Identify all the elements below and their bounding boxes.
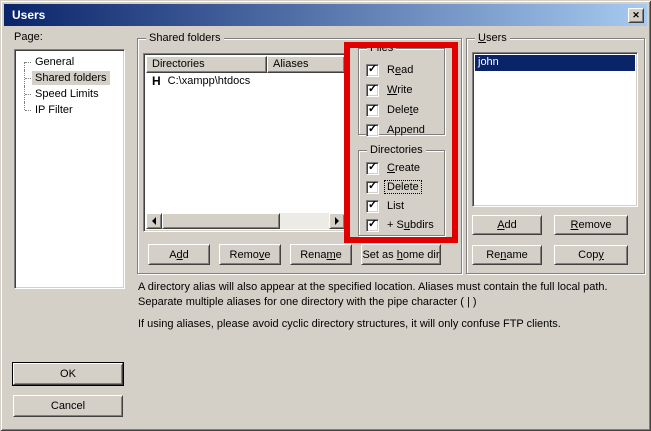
checkbox-box[interactable]: ✓ bbox=[366, 104, 379, 117]
close-button[interactable]: ✕ bbox=[628, 8, 644, 23]
user-item-john[interactable]: john bbox=[475, 55, 635, 71]
page-item-ip-filter[interactable]: IP Filter bbox=[19, 102, 122, 118]
page-item-label: General bbox=[32, 55, 77, 69]
users-dialog-window: Users ✕ Page: General Shared folders Speed… bbox=[0, 0, 651, 431]
tree-branch-icon bbox=[19, 102, 32, 118]
check-icon: ✓ bbox=[368, 83, 377, 96]
page-item-label: IP Filter bbox=[32, 103, 76, 117]
column-header-aliases[interactable]: Aliases bbox=[267, 56, 345, 73]
tree-branch-icon bbox=[19, 86, 32, 102]
check-icon: ✓ bbox=[368, 63, 377, 76]
checkbox-box[interactable]: ✓ bbox=[366, 219, 379, 232]
scroll-left-icon bbox=[152, 217, 156, 225]
column-header-directories[interactable]: Directories bbox=[146, 56, 267, 73]
check-icon: ✓ bbox=[368, 161, 377, 174]
checkbox-delete[interactable]: ✓ Delete bbox=[366, 102, 444, 118]
page-item-label: Speed Limits bbox=[32, 87, 102, 101]
check-icon: ✓ bbox=[368, 218, 377, 231]
add-button[interactable]: Add bbox=[472, 215, 542, 235]
checkbox-write[interactable]: ✓ Write bbox=[366, 82, 444, 98]
scroll-left-button[interactable] bbox=[146, 213, 162, 229]
checkbox-box[interactable]: ✓ bbox=[366, 124, 379, 137]
remove-button[interactable]: Remove bbox=[219, 244, 281, 265]
directories-group-label: Directories bbox=[367, 144, 426, 157]
files-group: Files ✓Read✓Write✓Delete✓Append bbox=[358, 48, 445, 135]
set-as-home-dir-button[interactable]: Set as home dir bbox=[361, 244, 441, 265]
info-paragraph-2: If using aliases, please avoid cyclic di… bbox=[138, 317, 645, 332]
shared-folders-group-label: Shared folders bbox=[146, 32, 224, 45]
info-text: A directory alias will also appear at th… bbox=[138, 280, 645, 339]
checkbox-append[interactable]: ✓ Append bbox=[366, 122, 444, 138]
checkbox-label: Write bbox=[385, 84, 414, 96]
check-icon: ✓ bbox=[368, 199, 377, 212]
check-icon: ✓ bbox=[368, 123, 377, 136]
checkbox-label: + Subdirs bbox=[385, 219, 436, 231]
close-icon: ✕ bbox=[632, 11, 640, 20]
info-paragraph-1: A directory alias will also appear at th… bbox=[138, 280, 645, 310]
checkbox-box[interactable]: ✓ bbox=[366, 162, 379, 175]
shared-folders-listview[interactable]: Directories Aliases H C:\xampp\htdocs bbox=[143, 53, 348, 232]
ok-button[interactable]: OK bbox=[13, 363, 123, 385]
users-group-label: Users bbox=[475, 32, 510, 45]
checkbox-label: List bbox=[385, 200, 406, 212]
horizontal-scrollbar[interactable] bbox=[146, 213, 345, 229]
page-label: Page: bbox=[14, 31, 43, 43]
tree-branch-icon bbox=[19, 54, 32, 70]
titlebar[interactable]: Users ✕ bbox=[4, 4, 647, 26]
checkbox-box[interactable]: ✓ bbox=[366, 200, 379, 213]
check-icon: ✓ bbox=[368, 103, 377, 116]
shared-folders-buttons: Add Remove Rename Set as home dir bbox=[148, 244, 441, 265]
checkbox-list[interactable]: ✓ List bbox=[366, 198, 444, 214]
checkbox-box[interactable]: ✓ bbox=[366, 64, 379, 77]
page-item-speed-limits[interactable]: Speed Limits bbox=[19, 86, 122, 102]
files-group-label: Files bbox=[367, 42, 396, 55]
directories-group: Directories ✓Create✓Delete✓List✓+ Subdir… bbox=[358, 150, 445, 236]
scroll-right-icon bbox=[335, 217, 339, 225]
checkbox-label: Read bbox=[385, 64, 415, 76]
checkbox-label: Append bbox=[385, 124, 427, 136]
check-icon: ✓ bbox=[368, 180, 377, 193]
page-item-shared-folders[interactable]: Shared folders bbox=[19, 70, 122, 86]
files-options: ✓ Read ✓ Write ✓ Delete ✓ Append bbox=[359, 49, 444, 138]
dialog-buttons: OK Cancel bbox=[13, 363, 123, 417]
remove-button[interactable]: Remove bbox=[554, 215, 628, 235]
checkbox-subdirs[interactable]: ✓ + Subdirs bbox=[366, 217, 444, 233]
page-item-general[interactable]: General bbox=[19, 54, 122, 70]
directory-path: C:\xampp\htdocs bbox=[168, 75, 251, 87]
add-button[interactable]: Add bbox=[148, 244, 210, 265]
users-list[interactable]: john bbox=[472, 52, 638, 207]
users-buttons: Add Remove Rename Copy bbox=[472, 215, 628, 265]
window-title: Users bbox=[12, 4, 45, 26]
scrollbar-thumb[interactable] bbox=[162, 213, 280, 229]
page-item-label: Shared folders bbox=[32, 71, 110, 85]
cancel-button[interactable]: Cancel bbox=[13, 395, 123, 417]
checkbox-label: Delete bbox=[385, 104, 421, 116]
checkbox-box[interactable]: ✓ bbox=[366, 181, 379, 194]
tree-branch-icon bbox=[19, 70, 32, 86]
checkbox-box[interactable]: ✓ bbox=[366, 84, 379, 97]
table-row[interactable]: H C:\xampp\htdocs bbox=[146, 73, 345, 89]
checkbox-read[interactable]: ✓ Read bbox=[366, 62, 444, 78]
scroll-right-button[interactable] bbox=[329, 213, 345, 229]
rename-button[interactable]: Rename bbox=[472, 245, 542, 265]
checkbox-label: Create bbox=[385, 162, 422, 174]
page-list[interactable]: General Shared folders Speed Limits IP Filt… bbox=[14, 49, 125, 289]
checkbox-create[interactable]: ✓ Create bbox=[366, 160, 444, 176]
listview-header: Directories Aliases bbox=[146, 56, 345, 73]
copy-button[interactable]: Copy bbox=[554, 245, 628, 265]
directories-options: ✓ Create ✓ Delete ✓ List ✓ + Subdirs bbox=[359, 151, 444, 233]
rename-button[interactable]: Rename bbox=[290, 244, 352, 265]
checkbox-label: Delete bbox=[385, 181, 421, 193]
home-directory-marker: H bbox=[152, 74, 161, 88]
checkbox-delete[interactable]: ✓ Delete bbox=[366, 179, 444, 195]
